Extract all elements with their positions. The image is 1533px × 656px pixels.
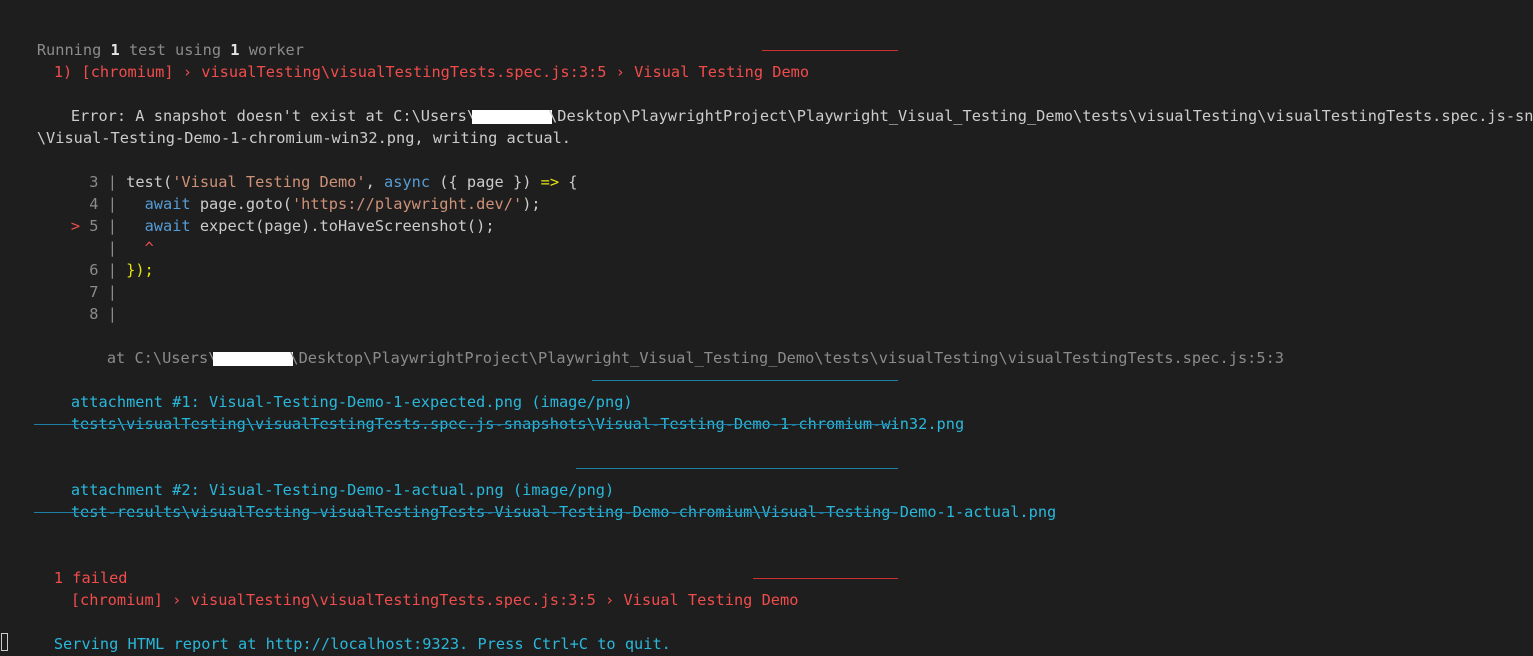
test-browser: [chromium]	[81, 63, 174, 81]
serve-message: Serving HTML report at http://localhost:…	[53, 635, 671, 653]
attachment-2-bottom-divider	[34, 512, 898, 513]
attachment-2-path[interactable]: test-results\visualTesting-visualTesting…	[34, 479, 1056, 521]
summary-divider	[753, 578, 898, 579]
redacted-username	[213, 351, 294, 366]
code-line-8: 8 |	[34, 281, 117, 323]
error-message-line-2: \Visual-Testing-Demo-1-chromium-win32.pn…	[0, 105, 571, 147]
run-status-line: Running 1 test using 1 worker	[0, 17, 304, 59]
failed-test-entry: [chromium] › visualTesting\visualTesting…	[34, 567, 799, 609]
attachment-1-path[interactable]: tests\visualTesting\visualTestingTests.s…	[34, 391, 964, 433]
attachment-1-bottom-divider	[34, 424, 898, 425]
test-file: visualTesting\visualTestingTests.spec.js…	[190, 591, 596, 609]
test-title: Visual Testing Demo	[623, 591, 799, 609]
code-token: expect(page).toHaveScreenshot();	[190, 217, 495, 235]
gutter-separator: |	[107, 305, 117, 323]
code-line-3: 3 | test('Visual Testing Demo', async ({…	[34, 149, 577, 191]
code-arrow: =>	[540, 173, 560, 191]
test-header: 1) [chromium] › visualTesting\visualTest…	[17, 39, 809, 81]
test-title: Visual Testing Demo	[634, 63, 810, 81]
code-caret-line: | ^	[34, 215, 154, 257]
error-text-end: \Desktop\PlaywrightProject\Playwright_Vi…	[548, 107, 1533, 125]
code-token: {	[559, 173, 578, 191]
line-marker	[71, 305, 89, 323]
attachment-2-divider	[576, 468, 898, 469]
code-line-7: 7 |	[34, 259, 117, 301]
header-divider	[762, 50, 898, 51]
breadcrumb-separator: ›	[606, 63, 635, 81]
test-browser: [chromium]	[70, 591, 163, 609]
attachment-2-header: attachment #2: Visual-Testing-Demo-1-act…	[34, 457, 614, 499]
code-line-4: 4 | await page.goto('https://playwright.…	[34, 171, 540, 213]
attachment-1-header: attachment #1: Visual-Testing-Demo-1-exp…	[34, 369, 633, 411]
code-token: );	[522, 195, 541, 213]
code-line-5: > 5 | await expect(page).toHaveScreensho…	[34, 193, 495, 235]
stack-trace-end: \Desktop\PlaywrightProject\Playwright_Vi…	[289, 349, 1284, 367]
breadcrumb-separator: ›	[595, 591, 624, 609]
test-file: visualTesting\visualTestingTests.spec.js…	[201, 63, 607, 81]
error-message-line-1: Error: A snapshot doesn't exist at C:\Us…	[34, 83, 1533, 125]
test-index: 1)	[53, 63, 82, 81]
error-text-continued: \Visual-Testing-Demo-1-chromium-win32.pn…	[36, 129, 571, 147]
code-token: });	[126, 261, 154, 279]
serve-report-line: Serving HTML report at http://localhost:…	[17, 611, 671, 653]
attachment-1-divider	[592, 380, 898, 381]
terminal-panel[interactable]: Running 1 test using 1 worker 1) [chromi…	[0, 0, 1533, 656]
stack-trace-line: at C:\Users\ \Desktop\PlaywrightProject\P…	[70, 325, 1284, 367]
code-line-6: 6 | });	[34, 237, 154, 279]
failed-count: 1 failed	[17, 545, 128, 587]
breadcrumb-separator: ›	[173, 63, 202, 81]
terminal-cursor	[1, 633, 8, 651]
breadcrumb-separator: ›	[162, 591, 191, 609]
stack-trace-start: at C:\Users\	[106, 349, 218, 367]
